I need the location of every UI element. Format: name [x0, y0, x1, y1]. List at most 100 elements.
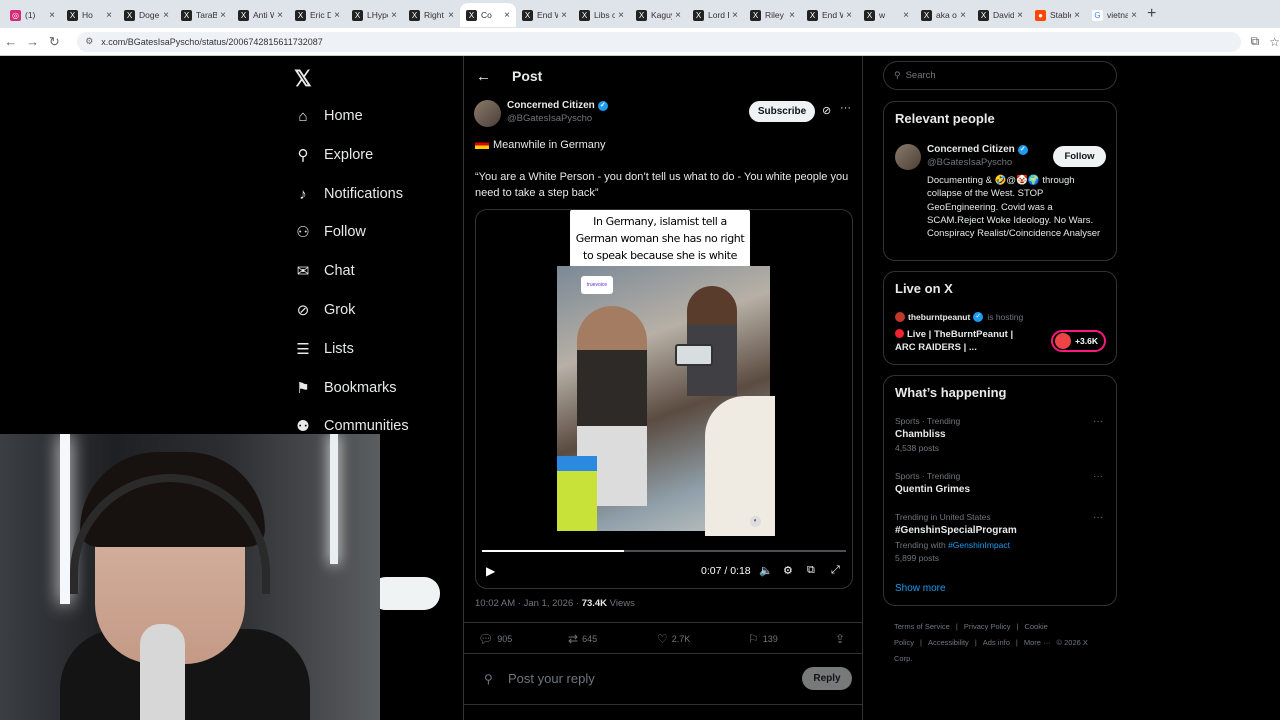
close-tab-icon[interactable]: × [732, 10, 738, 21]
new-tab-button[interactable]: + [1147, 5, 1156, 23]
browser-tab[interactable]: Xw × [858, 3, 915, 27]
share-action[interactable]: ⇪ [835, 632, 849, 646]
reload-icon[interactable]: ↻ [43, 34, 65, 50]
close-tab-icon[interactable]: × [448, 10, 454, 21]
sidebar-item-home[interactable]: ⌂ Home [294, 101, 362, 131]
sidebar-item-bookmarks[interactable]: ⚑ Bookmarks [294, 373, 396, 403]
browser-tab[interactable]: X Anti W × [232, 3, 289, 27]
browser-tab[interactable]: X TaraBu× [175, 3, 232, 27]
url-field[interactable]: ⚙ x.com/BGatesIsaPyscho/status/200674281… [77, 31, 1241, 52]
rp-name[interactable]: Concerned Citizen [927, 144, 1015, 155]
browser-tab[interactable]: X Libs of× [573, 3, 630, 27]
back-arrow-icon[interactable]: ← [476, 68, 496, 85]
browser-tab[interactable]: X End W× [801, 3, 858, 27]
trend-more-icon[interactable]: ··· [1093, 416, 1103, 427]
play-icon[interactable]: ▶ [486, 564, 495, 578]
close-tab-icon[interactable]: × [391, 10, 397, 21]
close-tab-icon[interactable]: × [163, 10, 169, 21]
footer-link[interactable]: More ··· [1024, 638, 1051, 647]
pip-icon[interactable]: ⧉ [807, 564, 815, 577]
live-listeners-badge[interactable]: +3.6K [1051, 330, 1106, 352]
close-tab-icon[interactable]: × [504, 10, 510, 21]
close-tab-icon[interactable]: × [1131, 10, 1137, 21]
close-tab-icon[interactable]: × [220, 10, 226, 21]
sidebar-item-lists[interactable]: ☰ Lists [294, 334, 354, 364]
browser-tab[interactable]: ◎ (1) × [4, 3, 61, 27]
trend-more-icon[interactable]: ··· [1093, 512, 1103, 523]
close-tab-icon[interactable]: × [106, 10, 112, 21]
repost-action[interactable]: ⇄ 645 [568, 632, 597, 646]
browser-tab[interactable]: X End W× [516, 3, 573, 27]
browser-tab[interactable]: X LHypo× [346, 3, 403, 27]
back-nav-icon[interactable]: ← [0, 34, 22, 49]
close-tab-icon[interactable]: × [334, 10, 340, 21]
sidebar-item-chat[interactable]: ✉ Chat [294, 256, 355, 286]
video-player[interactable]: In Germany, islamist tell a German woman… [475, 209, 853, 589]
sidebar-item-follow[interactable]: ⚇ Follow [294, 217, 366, 247]
browser-tab[interactable]: X David S× [972, 3, 1029, 27]
bookmark-star-icon[interactable]: ☆ [1269, 35, 1280, 49]
browser-tab[interactable]: Gvietnam× [1086, 3, 1143, 27]
browser-tab[interactable]: X Right A× [403, 3, 460, 27]
close-tab-icon[interactable]: × [49, 10, 55, 21]
post-timestamp[interactable]: 10:02 AM · Jan 1, 2026 · [475, 598, 582, 609]
grok-explain-icon[interactable]: ⊘ [822, 104, 831, 117]
browser-tab[interactable]: X Ho × [61, 3, 118, 27]
trend-item[interactable]: Sports · Trending Quentin Grimes ··· [895, 471, 1105, 495]
close-tab-icon[interactable]: × [789, 10, 795, 21]
footer-link[interactable]: Accessibility [928, 638, 969, 647]
trend-more-icon[interactable]: ··· [1093, 471, 1103, 482]
follow-button[interactable]: Follow [1053, 146, 1106, 167]
sidebar-item-notifications[interactable]: ♪ Notifications [294, 179, 403, 209]
sidebar-item-explore[interactable]: ⚲ Explore [294, 140, 374, 170]
settings-icon[interactable]: ⚙ [783, 564, 793, 577]
author-handle[interactable]: @BGatesIsaPyscho [507, 113, 608, 124]
site-info-icon[interactable]: ⚙ [85, 36, 93, 47]
browser-tab[interactable]: X Lord Be× [687, 3, 744, 27]
trend-item[interactable]: Sports · Trending Chambliss 4,538 posts … [895, 416, 1105, 453]
browser-tab[interactable]: X Kaguya× [630, 3, 687, 27]
video-frame[interactable]: truevoice ◐ [557, 266, 775, 536]
close-tab-icon[interactable]: × [561, 10, 567, 21]
install-app-icon[interactable]: ⧉ [1251, 34, 1260, 49]
trend-item[interactable]: Trending in United States #GenshinSpecia… [895, 512, 1105, 563]
bookmark-action[interactable]: ⚐ 139 [748, 632, 778, 646]
trending-with-link[interactable]: #GenshinImpact [948, 540, 1010, 550]
browser-tab[interactable]: X Eric Da× [289, 3, 346, 27]
post-button[interactable] [370, 577, 440, 610]
footer-link[interactable]: Ads info [983, 638, 1010, 647]
volume-icon[interactable]: 🔈 [759, 564, 773, 577]
more-options-icon[interactable]: ··· [840, 102, 851, 114]
sidebar-item-grok[interactable]: ⊘ Grok [294, 295, 356, 325]
close-tab-icon[interactable]: × [675, 10, 681, 21]
close-tab-icon[interactable]: × [1074, 10, 1080, 21]
close-tab-icon[interactable]: × [846, 10, 852, 21]
post-author[interactable]: Concerned Citizen ✓ @BGatesIsaPyscho [474, 100, 608, 127]
close-tab-icon[interactable]: × [277, 10, 283, 21]
rp-handle[interactable]: @BGatesIsaPyscho [927, 157, 1028, 168]
live-stream-title[interactable]: Live | TheBurntPeanut | ARC RAIDERS | ..… [895, 328, 1035, 354]
avatar[interactable] [895, 144, 921, 170]
forward-nav-icon[interactable]: → [22, 34, 44, 49]
browser-tab[interactable]: X Riley G× [744, 3, 801, 27]
browser-tab[interactable]: X DogeDe× [118, 3, 175, 27]
close-tab-icon[interactable]: × [903, 10, 909, 21]
video-progress-bar[interactable] [482, 550, 846, 552]
close-tab-icon[interactable]: × [1017, 10, 1023, 21]
fullscreen-icon[interactable]: ⤢ [831, 564, 840, 577]
reply-action[interactable]: 💬︎ 905 [478, 632, 512, 646]
avatar[interactable] [474, 100, 501, 127]
footer-link[interactable]: Privacy Policy [964, 622, 1011, 631]
show-more-link[interactable]: Show more [895, 583, 946, 594]
live-host-row[interactable]: theburntpeanut ✓ is hosting [895, 312, 1023, 322]
footer-link[interactable]: Terms of Service [894, 622, 950, 631]
reply-input[interactable]: Post your reply [508, 671, 595, 686]
close-tab-icon[interactable]: × [618, 10, 624, 21]
x-logo-icon[interactable]: 𝕏 [294, 66, 312, 92]
author-name[interactable]: Concerned Citizen [507, 100, 595, 111]
browser-tab[interactable]: ● Stable F× [1029, 3, 1086, 27]
search-input[interactable]: ⚲ Search [883, 61, 1117, 90]
like-action[interactable]: ♡ 2.7K [657, 632, 690, 646]
reply-button[interactable]: Reply [802, 667, 852, 690]
browser-tab[interactable]: Xaka on× [915, 3, 972, 27]
